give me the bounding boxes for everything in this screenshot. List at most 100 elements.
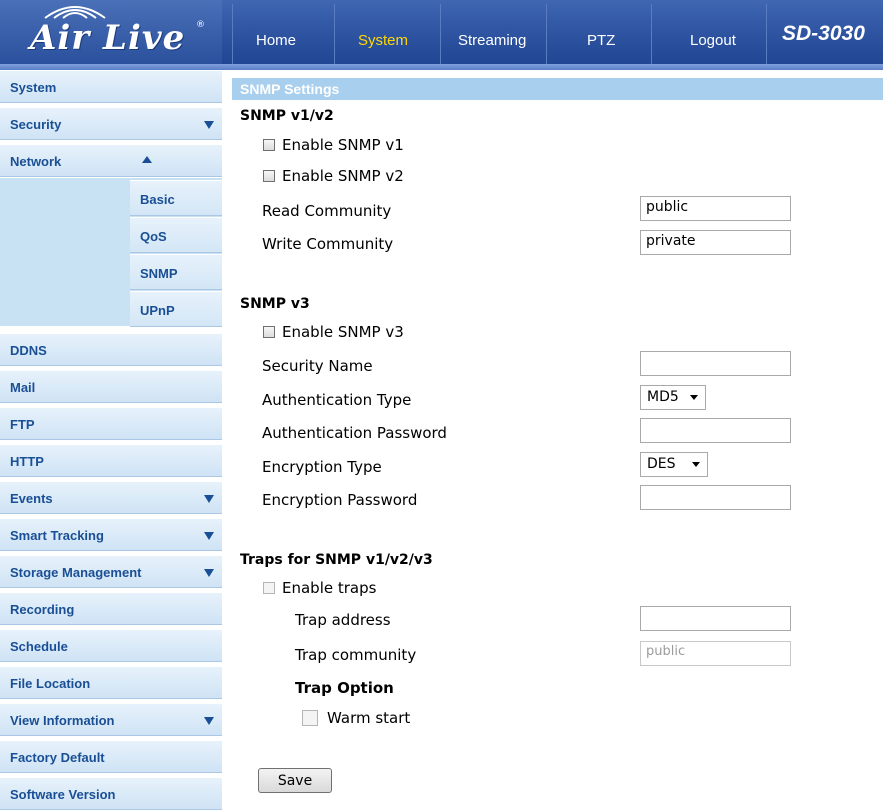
sidebar-item-ddns[interactable]: DDNS: [0, 333, 222, 366]
encryption-type-select[interactable]: DES: [640, 452, 708, 477]
enable-snmp-v2-checkbox[interactable]: [263, 170, 275, 182]
sidebar-item-security[interactable]: Security: [0, 107, 222, 140]
sidebar-item-label: Recording: [10, 602, 75, 617]
enable-snmp-v1-checkbox[interactable]: [263, 139, 275, 151]
nav-logout[interactable]: Logout: [690, 32, 736, 49]
dropdown-arrow-icon: [690, 395, 698, 400]
sidebar-item-label: Network: [10, 154, 62, 169]
warm-start-checkbox[interactable]: [302, 710, 318, 726]
security-name-label: Security Name: [262, 357, 373, 375]
encryption-type-value: DES: [647, 456, 676, 472]
sidebar-item-http[interactable]: HTTP: [0, 444, 222, 477]
trap-address-input[interactable]: [640, 606, 791, 631]
sidebar-item-label: Mail: [10, 380, 36, 395]
enable-snmp-v3-label: Enable SNMP v3: [282, 323, 404, 341]
dropdown-arrow-icon: [692, 462, 700, 467]
section-title-bar: SNMP Settings: [232, 78, 883, 100]
sidebar-item-label: HTTP: [10, 454, 44, 469]
nav-separator: [334, 4, 335, 64]
enable-traps-label: Enable traps: [282, 579, 377, 597]
top-banner: Air Live ® Home System Streaming PTZ Log…: [0, 0, 883, 68]
snmp-v3-heading: SNMP v3: [240, 296, 310, 312]
nav-separator: [546, 4, 547, 64]
sidebar-item-label: Software Version: [10, 787, 116, 802]
authentication-password-input[interactable]: [640, 418, 791, 443]
model-name: SD-3030: [782, 22, 865, 45]
sidebar-item-system[interactable]: System: [0, 70, 222, 103]
sidebar-item-label: Events: [10, 491, 53, 506]
expand-arrow-icon: [204, 121, 214, 129]
registered-mark: ®: [196, 20, 205, 30]
authentication-password-label: Authentication Password: [262, 424, 447, 442]
submenu-item-label: UPnP: [140, 303, 175, 318]
enable-snmp-v1-label: Enable SNMP v1: [282, 136, 404, 154]
wireless-arcs-icon: [44, 6, 106, 19]
enable-snmp-v3-checkbox[interactable]: [263, 326, 275, 338]
write-community-label: Write Community: [262, 235, 394, 253]
traps-heading: Traps for SNMP v1/v2/v3: [240, 552, 433, 568]
expand-arrow-icon: [204, 495, 214, 503]
nav-home[interactable]: Home: [256, 32, 296, 49]
submenu-item-label: Basic: [140, 192, 175, 207]
sidebar-item-ftp[interactable]: FTP: [0, 407, 222, 440]
network-submenu: Basic QoS SNMP UPnP: [0, 178, 222, 327]
encryption-password-input[interactable]: [640, 485, 791, 510]
nav-separator: [440, 4, 441, 64]
expand-arrow-icon: [204, 532, 214, 540]
collapse-arrow-icon: [142, 156, 152, 163]
sidebar-item-schedule[interactable]: Schedule: [0, 629, 222, 662]
sidebar-item-label: View Information: [10, 713, 115, 728]
read-community-input[interactable]: public: [640, 196, 791, 221]
write-community-input[interactable]: private: [640, 230, 791, 255]
sidebar-item-label: Security: [10, 117, 62, 132]
sidebar-item-software-version[interactable]: Software Version: [0, 777, 222, 810]
authentication-type-value: MD5: [647, 389, 679, 405]
snmp-v1v2-heading: SNMP v1/v2: [240, 108, 334, 124]
nav-system[interactable]: System: [358, 32, 408, 49]
warm-start-label: Warm start: [327, 709, 411, 727]
sidebar-item-label: System: [10, 80, 57, 95]
sidebar-item-label: Factory Default: [10, 750, 105, 765]
nav-ptz[interactable]: PTZ: [587, 32, 615, 49]
submenu-item-qos[interactable]: QoS: [130, 217, 222, 253]
sidebar-item-label: DDNS: [10, 343, 47, 358]
trap-community-input[interactable]: public: [640, 641, 791, 666]
expand-arrow-icon: [204, 569, 214, 577]
sidebar-item-label: FTP: [10, 417, 35, 432]
authentication-type-label: Authentication Type: [262, 391, 412, 409]
encryption-type-label: Encryption Type: [262, 458, 382, 476]
sidebar-item-storage-management[interactable]: Storage Management: [0, 555, 222, 588]
sidebar-item-events[interactable]: Events: [0, 481, 222, 514]
sidebar-item-label: Schedule: [10, 639, 68, 654]
nav-separator: [766, 4, 767, 64]
sidebar-item-label: Smart Tracking: [10, 528, 104, 543]
sidebar-item-view-information[interactable]: View Information: [0, 703, 222, 736]
sidebar-item-smart-tracking[interactable]: Smart Tracking: [0, 518, 222, 551]
nav-separator: [232, 4, 233, 64]
sidebar-item-network[interactable]: Network: [0, 144, 222, 177]
sidebar-item-mail[interactable]: Mail: [0, 370, 222, 403]
submenu-item-basic[interactable]: Basic: [130, 180, 222, 216]
sidebar-item-file-location[interactable]: File Location: [0, 666, 222, 699]
sidebar-item-factory-default[interactable]: Factory Default: [0, 740, 222, 773]
submenu-item-label: SNMP: [140, 266, 178, 281]
expand-arrow-icon: [204, 717, 214, 725]
save-button[interactable]: Save: [258, 768, 332, 793]
authentication-type-select[interactable]: MD5: [640, 385, 706, 410]
page-title: SNMP Settings: [240, 81, 340, 97]
security-name-input[interactable]: [640, 351, 791, 376]
nav-separator: [651, 4, 652, 64]
sidebar-item-label: Storage Management: [10, 565, 142, 580]
submenu-item-upnp[interactable]: UPnP: [130, 291, 222, 327]
sidebar-item-recording[interactable]: Recording: [0, 592, 222, 625]
trap-community-label: Trap community: [295, 646, 417, 664]
submenu-item-label: QoS: [140, 229, 167, 244]
trap-address-label: Trap address: [295, 611, 391, 629]
airlive-logo: Air Live ®: [0, 0, 222, 66]
enable-snmp-v2-label: Enable SNMP v2: [282, 167, 404, 185]
submenu-item-snmp[interactable]: SNMP: [130, 254, 222, 290]
encryption-password-label: Encryption Password: [262, 491, 418, 509]
sidebar-item-label: File Location: [10, 676, 91, 691]
nav-streaming[interactable]: Streaming: [458, 32, 526, 49]
enable-traps-checkbox[interactable]: [263, 582, 275, 594]
